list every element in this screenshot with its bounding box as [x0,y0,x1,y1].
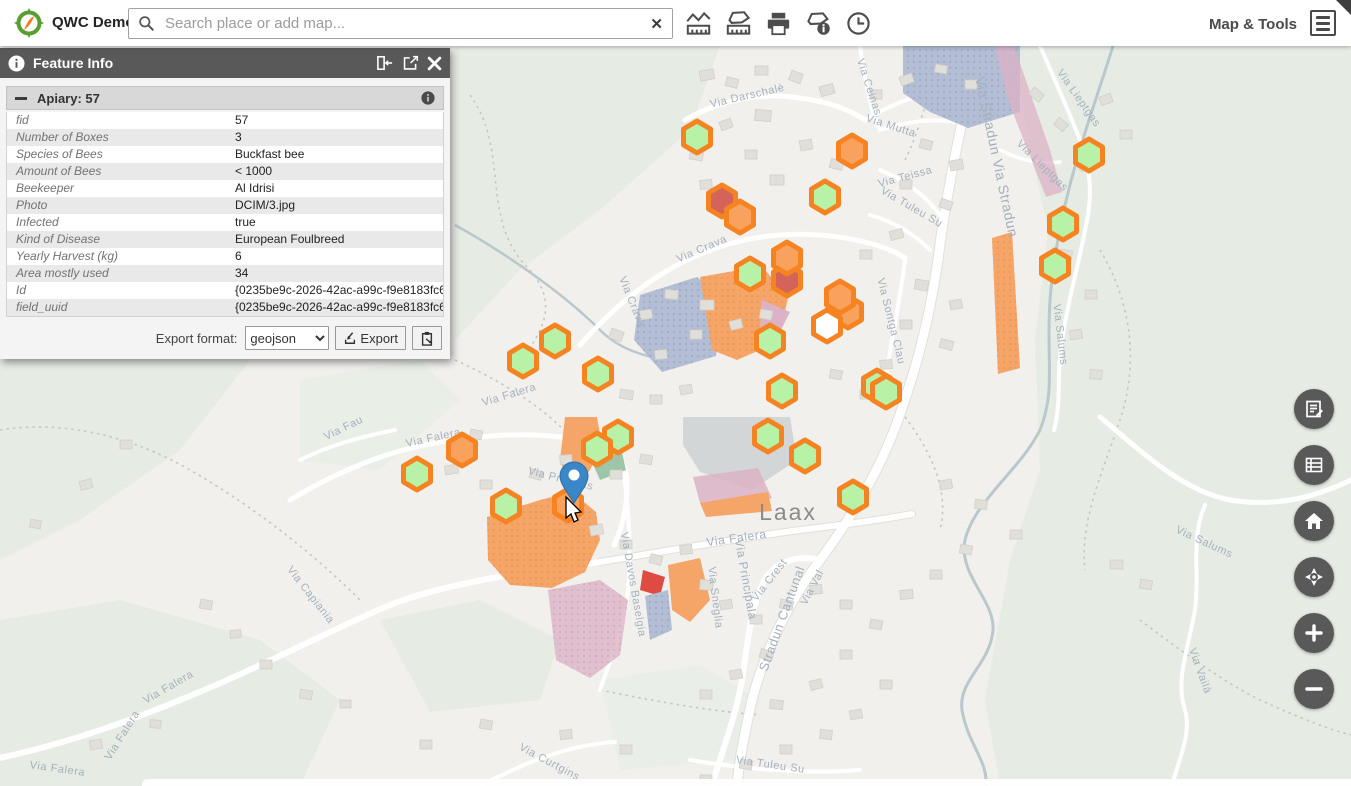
apiary-marker[interactable] [774,242,801,274]
apiary-marker[interactable] [757,325,784,357]
apiary-marker[interactable] [510,345,537,377]
attribute-row: field_uuid{0235be9c-2026-42ac-a99c-f9e81… [7,299,443,316]
export-format-label: Export format: [156,331,238,346]
apiary-marker[interactable] [755,420,782,452]
copy-clipboard-icon [420,331,434,346]
attribute-row: Species of BeesBuckfast bee [7,146,443,163]
apiary-marker[interactable] [1076,139,1103,171]
app-title: QWC Demo [52,14,135,31]
copy-clipboard-button[interactable] [412,326,442,350]
apiary-marker[interactable] [839,135,866,167]
map-tools-menu[interactable]: Map & Tools [1209,16,1297,33]
export-bar: Export format: geojson Export [0,317,450,359]
attribute-row: Number of Boxes3 [7,129,443,146]
attribution-bar [142,779,1351,786]
attribute-row: Area mostly used34 [7,265,443,282]
attribute-row: Id{0235be9c-2026-42ac-a99c-f9e8183fc602} [7,282,443,299]
apiary-marker[interactable] [840,481,867,513]
home-icon[interactable] [1294,501,1334,541]
detach-icon[interactable] [402,55,419,71]
apiary-marker[interactable] [449,434,476,466]
apiary-marker[interactable] [1042,250,1069,282]
place-label: Laax [759,499,817,525]
attribute-table: fid57Number of Boxes3Species of BeesBuck… [6,112,444,317]
attribute-row: fid57 [7,112,443,129]
apiary-marker[interactable] [792,440,819,472]
apiary-marker[interactable] [812,181,839,213]
export-download-icon [343,331,357,345]
attribute-row: PhotoDCIM/3.jpg [7,197,443,214]
close-icon[interactable] [427,56,442,71]
zoom-out-icon[interactable] [1294,669,1334,709]
feature-info-titlebar[interactable]: Feature Info [0,48,450,78]
apiary-marker[interactable] [737,258,764,290]
export-format-select[interactable]: geojson [245,326,329,350]
feature-info-icon[interactable] [421,91,435,105]
zoom-in-icon[interactable] [1294,613,1334,653]
corner-fold [1336,0,1351,15]
attribute-row: BeekeeperAl Idrisi [7,180,443,197]
time-icon[interactable] [844,9,872,37]
menu-icon[interactable] [1310,10,1336,36]
attribute-row: Yearly Harvest (kg)6 [7,248,443,265]
info-icon [8,55,25,72]
apiary-marker[interactable] [493,490,520,522]
attribute-row: Amount of Bees< 1000 [7,163,443,180]
search-input[interactable] [163,14,641,33]
top-bar: QWC Demo ✕ [0,0,1351,46]
apiary-marker[interactable] [727,201,754,233]
attribute-table-icon[interactable] [1294,445,1334,485]
apiary-marker[interactable] [684,121,711,153]
collapse-icon[interactable] [15,97,27,100]
search-icon [138,15,155,32]
measure-area-icon[interactable] [724,9,752,37]
apiary-marker[interactable] [769,375,796,407]
report-icon[interactable] [1294,389,1334,429]
apiary-marker[interactable] [1050,208,1077,240]
feature-section-header[interactable]: Apiary: 57 [6,86,444,110]
apiary-marker[interactable] [814,310,841,342]
attribute-row: Infectedtrue [7,214,443,231]
measure-line-icon[interactable] [684,9,712,37]
locate-icon[interactable] [1294,557,1334,597]
panel-title: Feature Info [33,55,376,71]
dock-icon[interactable] [376,55,394,71]
export-button[interactable]: Export [335,326,406,350]
search-box[interactable]: ✕ [128,8,673,39]
attribute-row: Kind of DiseaseEuropean Foulbreed [7,231,443,248]
apiary-marker[interactable] [585,358,612,390]
qwc-logo-icon [14,8,44,38]
apiary-marker[interactable] [873,376,900,408]
apiary-marker[interactable] [584,433,611,465]
feature-info-panel: Feature Info Ap [0,48,450,359]
clear-search-icon[interactable]: ✕ [650,15,663,33]
apiary-marker[interactable] [404,458,431,490]
apiary-marker[interactable] [827,281,854,313]
identify-region-icon[interactable] [804,9,832,37]
apiary-marker[interactable] [542,325,569,357]
feature-section-title: Apiary: 57 [37,91,421,106]
print-icon[interactable] [764,9,792,37]
